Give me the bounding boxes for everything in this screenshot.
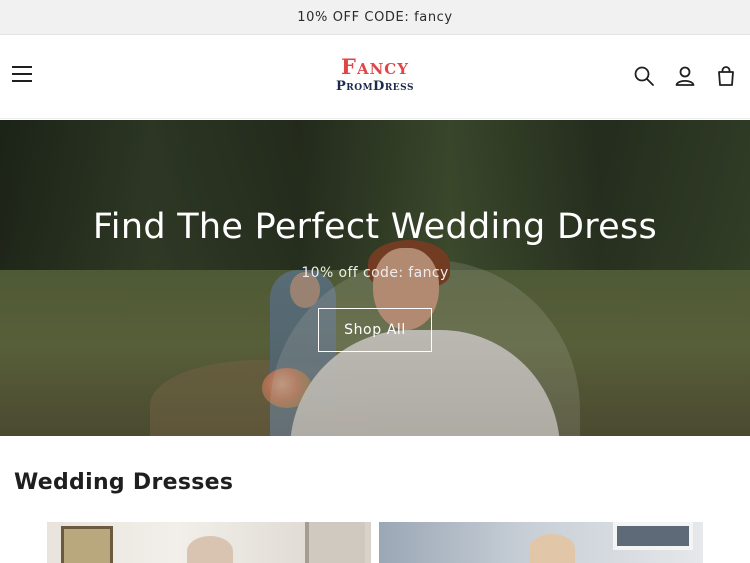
menu-button[interactable] <box>12 66 34 86</box>
announcement-text: 10% OFF CODE: fancy <box>297 9 453 25</box>
product-image-door <box>305 522 365 563</box>
logo-top-text: Fancy <box>341 54 409 79</box>
search-button[interactable] <box>633 65 655 87</box>
site-logo[interactable]: Fancy PromDress <box>300 55 450 101</box>
account-button[interactable] <box>674 65 696 87</box>
product-image-model <box>187 536 233 563</box>
product-image-shelf <box>613 522 693 550</box>
logo-bottom-text: PromDress <box>336 79 414 94</box>
menu-icon-line <box>12 80 32 82</box>
cart-button[interactable] <box>715 65 737 87</box>
hero-banner: Find The Perfect Wedding Dress 10% off c… <box>0 120 750 436</box>
site-header: Fancy PromDress <box>0 35 750 119</box>
announcement-bar: 10% OFF CODE: fancy <box>0 0 750 35</box>
hero-title: Find The Perfect Wedding Dress <box>92 207 658 247</box>
product-card[interactable] <box>379 522 703 563</box>
collection-title: Wedding Dresses <box>14 470 234 495</box>
cart-icon <box>718 66 734 86</box>
shop-all-button[interactable]: Shop All <box>318 308 432 352</box>
menu-icon-line <box>12 66 32 68</box>
menu-icon-line <box>12 73 32 75</box>
product-image-frame <box>61 526 113 563</box>
account-icon <box>675 66 695 86</box>
product-card[interactable] <box>47 522 371 563</box>
hero-subtitle: 10% off code: fancy <box>301 265 449 281</box>
search-icon <box>634 66 654 86</box>
product-image-model <box>529 534 575 563</box>
